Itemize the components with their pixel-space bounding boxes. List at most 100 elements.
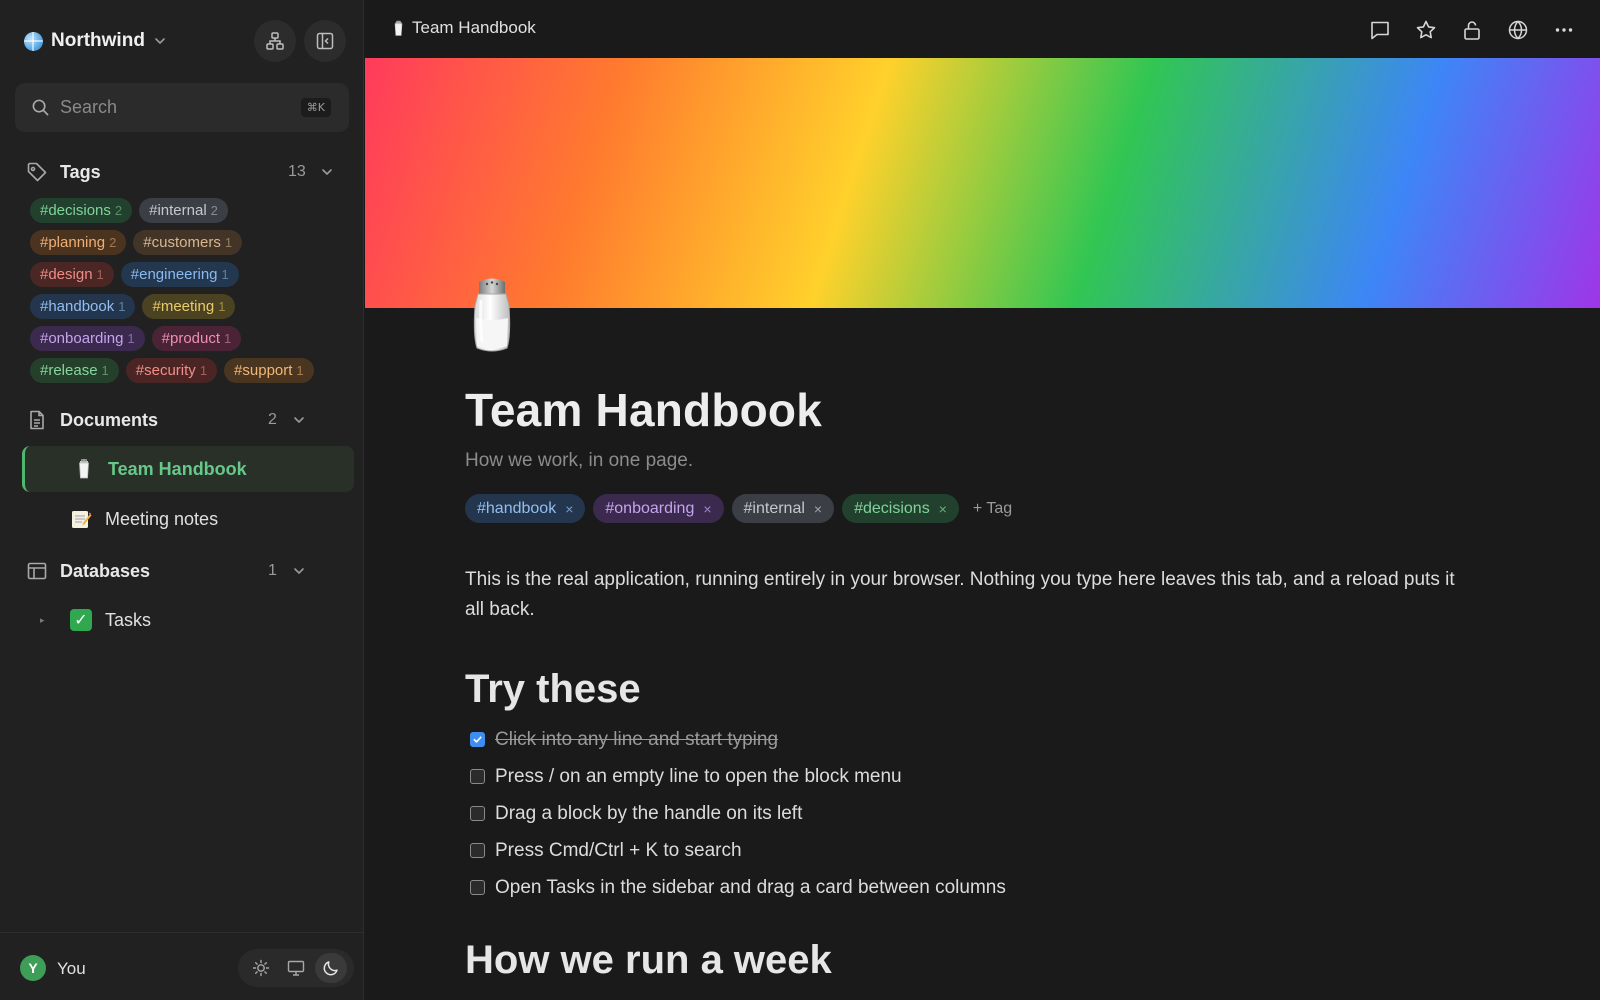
search-input[interactable] (60, 97, 290, 118)
documents-section-header[interactable]: Documents 2 (26, 405, 342, 435)
search-bar[interactable]: ⌘K (15, 83, 349, 132)
comment-icon (1369, 19, 1391, 41)
tag-chip[interactable]: #design 1 (30, 262, 114, 287)
databases-section-header[interactable]: Databases 1 (26, 556, 342, 586)
todo-text[interactable]: Click into any line and start typing (495, 729, 778, 751)
todo-text[interactable]: Press Cmd/Ctrl + K to search (495, 840, 742, 862)
todo-item[interactable]: Click into any line and start typing (465, 721, 1465, 758)
memo-icon (70, 508, 92, 530)
sidebar-item-label: Meeting notes (105, 508, 219, 529)
todo-checkbox[interactable] (470, 769, 485, 784)
theme-switcher (238, 949, 354, 987)
sun-icon (252, 959, 270, 977)
sidebar-item-team-handbook[interactable]: Team Handbook (22, 446, 354, 492)
workspace-switcher[interactable]: Northwind (24, 26, 167, 56)
tag-count: 1 (101, 363, 109, 378)
todo-text[interactable]: Drag a block by the handle on its left (495, 803, 802, 825)
salt-shaker-icon[interactable] (463, 276, 521, 356)
sidebar-item-label: Tasks (105, 609, 152, 630)
todo-list: Click into any line and start typing Pres… (465, 721, 1465, 906)
tag-chip[interactable]: #customers 1 (133, 230, 243, 255)
theme-light-button[interactable] (245, 953, 277, 983)
tag-chip[interactable]: #decisions 2 (30, 198, 133, 223)
todo-text[interactable]: Press / on an empty line to open the blo… (495, 766, 902, 788)
moon-icon (322, 959, 340, 977)
page-tag-chip[interactable]: #handbook × (465, 494, 586, 523)
page-tag-name: #internal (743, 499, 805, 517)
remove-tag-icon[interactable]: × (814, 501, 822, 517)
globe-icon (1507, 19, 1529, 41)
documents-count: 2 (268, 411, 277, 428)
documents-section-label: Documents (60, 409, 159, 430)
sidebar-item-label: Team Handbook (108, 458, 247, 479)
tag-count: 1 (221, 267, 229, 282)
tag-icon (26, 161, 48, 183)
tag-count: 2 (109, 235, 117, 250)
todo-checkbox[interactable] (470, 880, 485, 895)
tag-chip[interactable]: #internal 2 (139, 198, 228, 223)
todo-text[interactable]: Open Tasks in the sidebar and drag a car… (495, 877, 1006, 899)
page-tag-chip[interactable]: #decisions × (842, 494, 959, 523)
tag-chip[interactable]: #product 1 (151, 326, 242, 351)
page-tags: #handbook × #onboarding × #internal × #decisio… (465, 494, 1465, 523)
todo-checkbox[interactable] (470, 806, 485, 821)
paragraph-block[interactable]: This is the real application, running en… (465, 565, 1455, 625)
sidebar-item-meeting-notes[interactable]: Meeting notes (22, 496, 354, 542)
tag-row: #release 1 #security 1 #support 1 (30, 358, 350, 384)
tag-chip[interactable]: #meeting 1 (142, 294, 236, 319)
page-subtitle[interactable]: How we work, in one page. (465, 450, 1465, 472)
todo-item[interactable]: Press Cmd/Ctrl + K to search (465, 832, 1465, 869)
page-tag-chip[interactable]: #onboarding × (593, 494, 724, 523)
tags-section-header[interactable]: Tags 13 (26, 157, 342, 187)
chevron-down-icon[interactable] (292, 564, 306, 578)
tag-count: 2 (210, 203, 218, 218)
sidebar-item-tasks[interactable]: ▸ ✓ Tasks (22, 597, 354, 643)
tag-count: 1 (218, 299, 226, 314)
todo-item[interactable]: Drag a block by the handle on its left (465, 795, 1465, 832)
todo-item[interactable]: Open Tasks in the sidebar and drag a car… (465, 869, 1465, 906)
heading-block[interactable]: Try these (465, 661, 1465, 717)
todo-checkbox[interactable] (470, 843, 485, 858)
comments-button[interactable] (1362, 12, 1398, 48)
favorite-button[interactable] (1408, 12, 1444, 48)
publish-button[interactable] (1500, 12, 1536, 48)
page-title[interactable]: Team Handbook (465, 378, 1465, 442)
check-mark-button-icon: ✓ (70, 609, 92, 631)
todo-item[interactable]: Press / on an empty line to open the blo… (465, 758, 1465, 795)
breadcrumb[interactable]: Team Handbook (393, 18, 536, 38)
graph-view-button[interactable] (254, 20, 296, 62)
tag-chip[interactable]: #security 1 (125, 358, 218, 383)
tag-chip[interactable]: #support 1 (224, 358, 314, 383)
tag-chip[interactable]: #handbook 1 (30, 294, 136, 319)
theme-dark-button[interactable] (314, 953, 347, 983)
todo-checkbox[interactable] (470, 732, 485, 747)
tag-name: #onboarding (40, 330, 124, 347)
tag-chip[interactable]: #release 1 (30, 358, 119, 383)
lock-button[interactable] (1454, 12, 1490, 48)
tag-row: #handbook 1 #meeting 1 (30, 294, 350, 320)
page-cover[interactable] (365, 58, 1600, 308)
remove-tag-icon[interactable]: × (565, 501, 573, 517)
chevron-down-icon[interactable] (292, 413, 306, 427)
disclosure-triangle-icon[interactable]: ▸ (40, 615, 45, 626)
remove-tag-icon[interactable]: × (939, 501, 947, 517)
tag-chip[interactable]: #planning 2 (30, 230, 127, 255)
tag-chip[interactable]: #onboarding 1 (30, 326, 145, 351)
tag-count: 1 (118, 299, 126, 314)
tags-section-label: Tags (60, 161, 101, 182)
more-options-button[interactable] (1546, 12, 1582, 48)
user-name[interactable]: You (57, 959, 86, 979)
collapse-sidebar-button[interactable] (304, 20, 346, 62)
page-tag-chip[interactable]: #internal × (731, 494, 835, 523)
tag-name: #product (161, 330, 221, 347)
tag-cloud: #decisions 2 #internal 2 #planning 2 #customer… (30, 198, 350, 390)
chevron-down-icon[interactable] (320, 165, 334, 179)
add-tag-button[interactable]: + Tag (973, 500, 1012, 518)
avatar[interactable]: Y (20, 955, 46, 981)
remove-tag-icon[interactable]: × (703, 501, 711, 517)
topbar: Team Handbook (365, 0, 1600, 58)
theme-system-button[interactable] (280, 953, 312, 983)
tag-chip[interactable]: #engineering 1 (120, 262, 239, 287)
heading-block[interactable]: How we run a week (465, 932, 1465, 988)
tag-row: #planning 2 #customers 1 (30, 230, 350, 256)
